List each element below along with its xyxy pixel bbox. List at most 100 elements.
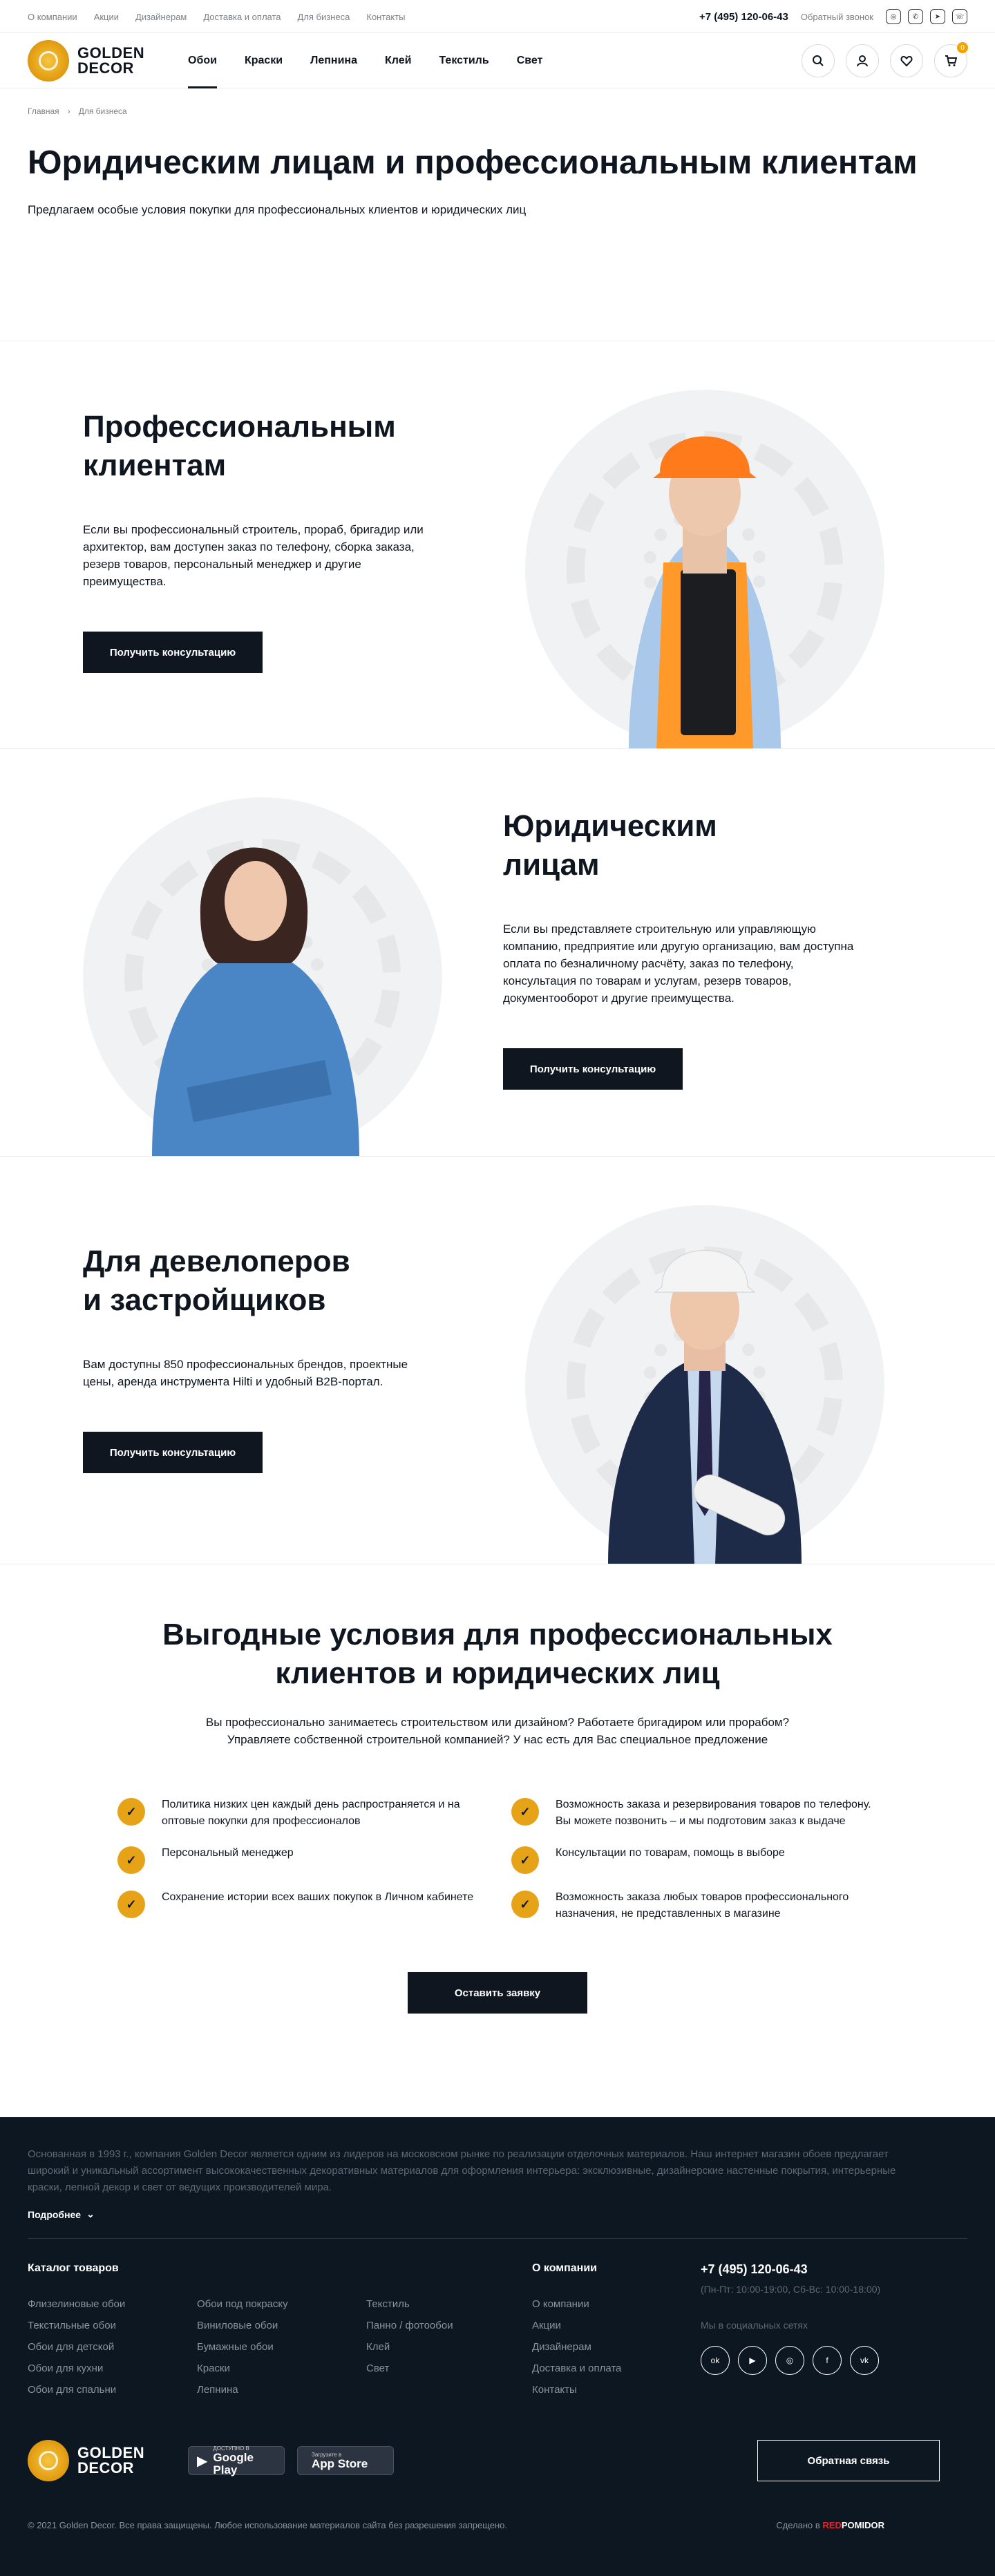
section-title: Для девелоперов и застройщиков bbox=[83, 1244, 350, 1317]
benefits-subtitle: Вы профессионально занимаетесь строитель… bbox=[205, 1716, 790, 1746]
section-title: Юридическим лицам bbox=[503, 809, 717, 882]
footer: Основанная в 1993 г., компания Golden De… bbox=[0, 2117, 995, 2576]
nav-moldings[interactable]: Лепнина bbox=[310, 33, 357, 88]
catalog-link[interactable]: Бумажные обои bbox=[197, 2341, 366, 2353]
catalog-link[interactable]: Обои для детской bbox=[28, 2341, 197, 2353]
checkmark-icon: ✓ bbox=[511, 1891, 539, 1918]
instagram-icon[interactable]: ◎ bbox=[886, 9, 901, 24]
company-link[interactable]: Контакты bbox=[532, 2384, 701, 2396]
footer-logo[interactable]: GOLDEN DECOR bbox=[28, 2440, 188, 2481]
logo-text-line1: GOLDEN bbox=[77, 2444, 145, 2461]
nav-glue[interactable]: Клей bbox=[385, 33, 411, 88]
logo-emblem-icon bbox=[28, 40, 69, 82]
copyright: © 2021 Golden Decor. Все права защищены.… bbox=[28, 2520, 508, 2530]
top-phone[interactable]: +7 (495) 120-06-43 bbox=[699, 11, 788, 23]
hero: Главная › Для бизнеса Юридическим лицам … bbox=[0, 88, 995, 341]
catalog-link[interactable]: Виниловые обои bbox=[197, 2320, 366, 2331]
page-title: Юридическим лицам и профессиональным кли… bbox=[28, 144, 918, 181]
logo-text-line2: DECOR bbox=[77, 2459, 134, 2476]
catalog-link[interactable]: Флизелиновые обои bbox=[28, 2298, 197, 2310]
catalog-link[interactable]: Обои для спальни bbox=[28, 2384, 197, 2396]
catalog-link[interactable]: Лепнина bbox=[197, 2384, 366, 2396]
benefits-section: Выгодные условия для профессиональных кл… bbox=[0, 1564, 995, 2117]
company-link[interactable]: Акции bbox=[532, 2320, 701, 2331]
breadcrumb-current: Для бизнеса bbox=[78, 106, 127, 116]
main-nav: Обои Краски Лепнина Клей Текстиль Свет bbox=[188, 33, 542, 88]
search-icon[interactable] bbox=[802, 44, 835, 77]
footer-catalog: Каталог товаров Флизелиновые обои Обои п… bbox=[28, 2262, 532, 2396]
viber-icon[interactable]: ✆ bbox=[908, 9, 923, 24]
breadcrumb-separator-icon: › bbox=[67, 106, 70, 116]
top-link-delivery[interactable]: Доставка и оплата bbox=[203, 12, 281, 22]
youtube-icon[interactable]: ▶ bbox=[738, 2346, 767, 2375]
chevron-down-icon: ⌄ bbox=[86, 2208, 95, 2219]
submit-request-button[interactable]: Оставить заявку bbox=[408, 1972, 587, 2014]
consultation-button[interactable]: Получить консультацию bbox=[83, 1432, 263, 1473]
catalog-link[interactable]: Текстильные обои bbox=[28, 2320, 197, 2331]
logo-emblem-icon bbox=[28, 2440, 69, 2481]
heart-icon[interactable] bbox=[890, 44, 923, 77]
main-header: GOLDEN DECOR Обои Краски Лепнина Клей Те… bbox=[0, 33, 995, 88]
section-text: Вам доступны 850 профессиональных брендо… bbox=[83, 1358, 408, 1388]
social-title: Мы в социальных сетях bbox=[701, 2320, 808, 2331]
more-link[interactable]: Подробнее ⌄ bbox=[28, 2208, 967, 2220]
catalog-link[interactable]: Обои под покраску bbox=[197, 2298, 366, 2310]
consultation-button[interactable]: Получить консультацию bbox=[83, 632, 263, 673]
user-icon[interactable] bbox=[846, 44, 879, 77]
catalog-link[interactable]: Краски bbox=[197, 2362, 366, 2374]
catalog-link[interactable]: Клей bbox=[366, 2341, 532, 2353]
cart-icon[interactable]: 0 bbox=[934, 42, 968, 77]
catalog-link[interactable]: Текстиль bbox=[366, 2298, 532, 2310]
app-store-button[interactable]: Загрузите в App Store bbox=[297, 2446, 394, 2475]
nav-wallpaper[interactable]: Обои bbox=[188, 33, 217, 88]
catalog-link[interactable]: Свет bbox=[366, 2362, 532, 2374]
footer-phone[interactable]: +7 (495) 120-06-43 bbox=[701, 2262, 808, 2276]
top-link-contacts[interactable]: Контакты bbox=[366, 12, 405, 22]
logo-text-line1: GOLDEN bbox=[77, 44, 145, 61]
breadcrumb-home[interactable]: Главная bbox=[28, 106, 59, 116]
checkmark-icon: ✓ bbox=[511, 1798, 539, 1826]
benefit-item: ✓ Консультации по товарам, помощь в выбор… bbox=[511, 1845, 878, 1874]
telegram-icon[interactable]: ➤ bbox=[930, 9, 945, 24]
checkmark-icon: ✓ bbox=[117, 1846, 145, 1874]
top-link-promo[interactable]: Акции bbox=[94, 12, 119, 22]
feedback-button[interactable]: Обратная связь bbox=[757, 2440, 940, 2481]
consultation-button[interactable]: Получить консультацию bbox=[503, 1048, 683, 1090]
odnoklassniki-icon[interactable]: ok bbox=[701, 2346, 730, 2375]
redpomidor-logo[interactable]: REDPOMIDOR bbox=[822, 2520, 884, 2530]
company-link[interactable]: О компании bbox=[532, 2298, 701, 2310]
work-hours: (Пн-Пт: 10:00-19:00, Сб-Вс: 10:00-18:00) bbox=[701, 2284, 881, 2295]
benefits-title: Выгодные условия для профессиональных кл… bbox=[162, 1618, 833, 1690]
nav-light[interactable]: Свет bbox=[517, 33, 543, 88]
company-link[interactable]: Дизайнерам bbox=[532, 2341, 701, 2353]
callback-link[interactable]: Обратный звонок bbox=[801, 12, 873, 22]
breadcrumb: Главная › Для бизнеса bbox=[28, 88, 967, 116]
benefits-list: ✓ Политика низких цен каждый день распрос… bbox=[117, 1797, 878, 1922]
top-link-designers[interactable]: Дизайнерам bbox=[135, 12, 187, 22]
logo-text-line2: DECOR bbox=[77, 59, 134, 77]
logo[interactable]: GOLDEN DECOR bbox=[28, 40, 188, 82]
company-title: О компании bbox=[532, 2262, 597, 2274]
checkmark-icon: ✓ bbox=[117, 1891, 145, 1918]
catalog-link[interactable]: Панно / фотообои bbox=[366, 2320, 532, 2331]
instagram-icon[interactable]: ◎ bbox=[775, 2346, 804, 2375]
footer-divider bbox=[28, 2238, 967, 2239]
section-legal-entities: Юридическим лицам Если вы представляете с… bbox=[0, 749, 995, 1157]
page-lead: Предлагаем особые условия покупки для пр… bbox=[28, 203, 527, 216]
footer-about-text: Основанная в 1993 г., компания Golden De… bbox=[28, 2148, 896, 2193]
footer-company: О компании О компании Акции Дизайнерам Д… bbox=[532, 2262, 701, 2396]
vk-icon[interactable]: vk bbox=[850, 2346, 879, 2375]
top-link-about[interactable]: О компании bbox=[28, 12, 77, 22]
nav-textile[interactable]: Текстиль bbox=[439, 33, 489, 88]
company-link[interactable]: Доставка и оплата bbox=[532, 2362, 701, 2374]
cart-count-badge: 0 bbox=[957, 42, 968, 53]
google-play-button[interactable]: ▶ ДОСТУПНО В Google Play bbox=[188, 2445, 285, 2476]
catalog-title: Каталог товаров bbox=[28, 2262, 119, 2274]
whatsapp-icon[interactable]: ☏ bbox=[952, 9, 967, 24]
top-link-business[interactable]: Для бизнеса bbox=[298, 12, 350, 22]
catalog-link[interactable]: Обои для кухни bbox=[28, 2362, 197, 2374]
benefit-item: ✓ Сохранение истории всех ваших покупок в… bbox=[117, 1889, 484, 1922]
businesswoman-photo bbox=[83, 797, 442, 1156]
nav-paints[interactable]: Краски bbox=[245, 33, 283, 88]
facebook-icon[interactable]: f bbox=[813, 2346, 842, 2375]
